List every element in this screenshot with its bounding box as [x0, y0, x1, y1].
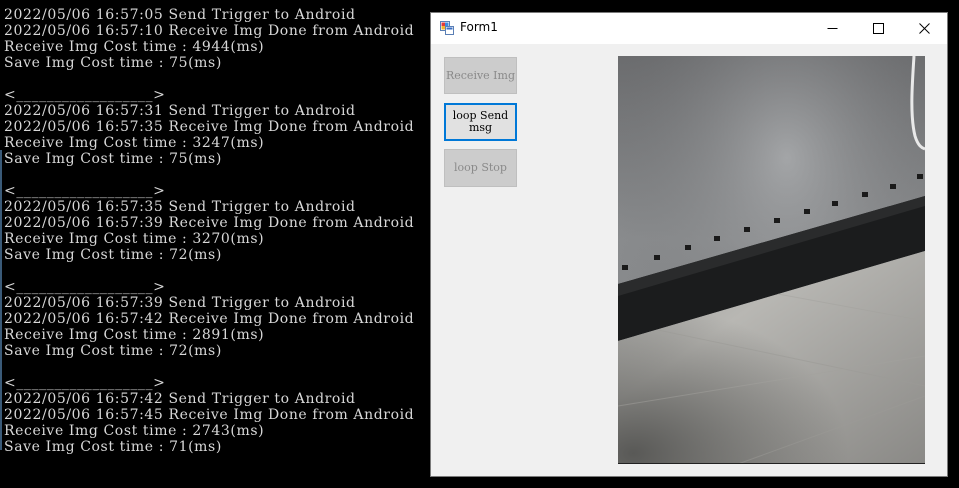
maximize-icon [872, 23, 884, 34]
console-line: Save Img Cost time : 72(ms) [4, 247, 222, 263]
console-line: 2022/05/06 16:57:35 Send Trigger to Andr… [4, 199, 356, 215]
minimize-button[interactable] [809, 13, 855, 44]
camera-photo-floor-wall [618, 56, 925, 464]
console-line: Save Img Cost time : 71(ms) [4, 439, 222, 455]
form-client-area: Receive Img loop Send msg loop Stop [431, 44, 947, 476]
receive-img-button[interactable]: Receive Img [444, 57, 517, 94]
console-line: <__________________> [4, 183, 166, 199]
console-line: 2022/05/06 16:57:42 Send Trigger to Andr… [4, 391, 356, 407]
console-line: <__________________> [4, 87, 166, 103]
console-line: Receive Img Cost time : 4944(ms) [4, 39, 265, 55]
winforms-app-icon[interactable] [440, 21, 454, 35]
close-button[interactable] [901, 13, 947, 44]
console-line: Receive Img Cost time : 2891(ms) [4, 327, 265, 343]
console-line: 2022/05/06 16:57:35 Receive Img Done fro… [4, 119, 415, 135]
picturebox-bottom-border [618, 463, 925, 464]
loop-send-msg-button[interactable]: loop Send msg [444, 103, 517, 141]
console-line: 2022/05/06 16:57:39 Send Trigger to Andr… [4, 295, 356, 311]
received-image-picturebox [618, 56, 925, 464]
desktop-screen: 2022/05/06 16:57:05 Send Trigger to Andr… [0, 0, 959, 488]
minimize-icon [827, 28, 837, 29]
console-left-edge [0, 150, 2, 450]
console-line: Save Img Cost time : 72(ms) [4, 343, 222, 359]
console-line: <__________________> [4, 279, 166, 295]
maximize-button[interactable] [855, 13, 901, 44]
console-window: 2022/05/06 16:57:05 Send Trigger to Andr… [0, 0, 432, 488]
console-line: 2022/05/06 16:57:31 Send Trigger to Andr… [4, 103, 356, 119]
console-line: 2022/05/06 16:57:42 Receive Img Done fro… [4, 311, 415, 327]
console-line: Save Img Cost time : 75(ms) [4, 55, 222, 71]
console-line: Receive Img Cost time : 3270(ms) [4, 231, 265, 247]
console-output: 2022/05/06 16:57:05 Send Trigger to Andr… [4, 7, 414, 455]
form1-window: Form1 Receive Img loop Send msg loop Sto… [431, 13, 947, 476]
console-line: 2022/05/06 16:57:39 Receive Img Done fro… [4, 215, 415, 231]
console-line: 2022/05/06 16:57:10 Receive Img Done fro… [4, 23, 415, 39]
form-title: Form1 [460, 20, 498, 34]
console-line: Receive Img Cost time : 3247(ms) [4, 135, 265, 151]
console-line: Save Img Cost time : 75(ms) [4, 151, 222, 167]
loop-stop-button[interactable]: loop Stop [444, 149, 517, 187]
console-line: 2022/05/06 16:57:05 Send Trigger to Andr… [4, 7, 356, 23]
console-line: <__________________> [4, 375, 166, 391]
console-line: 2022/05/06 16:57:45 Receive Img Done fro… [4, 407, 415, 423]
close-icon [918, 23, 930, 34]
console-line: Receive Img Cost time : 2743(ms) [4, 423, 265, 439]
form-title-bar[interactable]: Form1 [431, 13, 947, 44]
